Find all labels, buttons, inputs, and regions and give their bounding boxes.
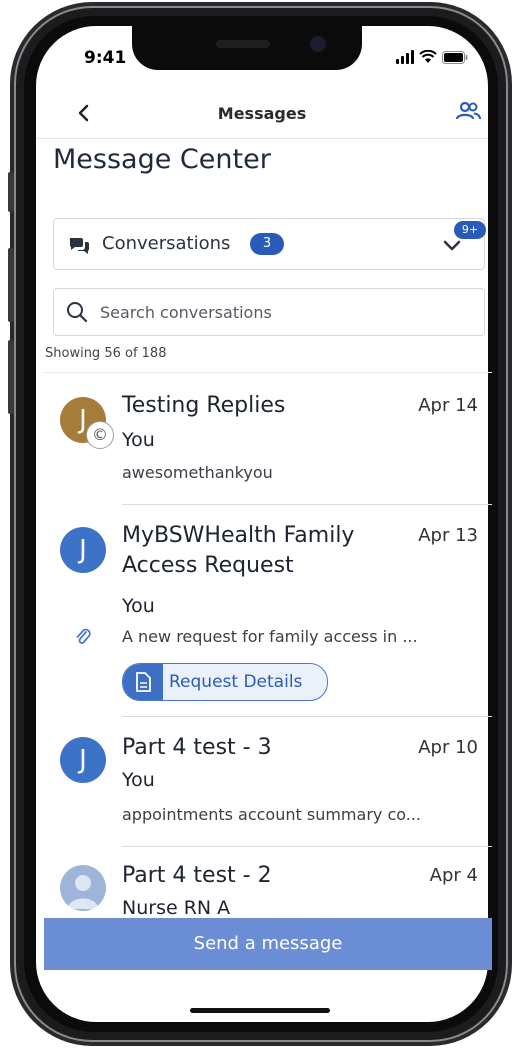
list-item[interactable]: J Part 4 test - 3 Apr 10 You appointment… xyxy=(44,717,492,847)
message-subject: MyBSWHealth Family Access Request xyxy=(122,523,355,578)
status-icons xyxy=(396,50,468,64)
document-icon xyxy=(136,672,151,692)
conversations-count-badge: 3 xyxy=(250,233,284,255)
avatar xyxy=(60,865,106,911)
message-subject: Part 4 test - 3 xyxy=(122,735,272,760)
list-item[interactable]: J MyBSWHealth Family Access Request Apr … xyxy=(44,505,492,717)
message-date: Apr 14 xyxy=(418,395,478,416)
message-date: Apr 13 xyxy=(418,525,478,546)
message-sender: You xyxy=(122,429,155,451)
volume-up-button xyxy=(8,248,14,322)
message-subject: Testing Replies xyxy=(122,393,286,418)
send-message-button[interactable]: Send a message xyxy=(44,918,492,970)
avatar: J xyxy=(60,527,106,573)
message-preview: awesomethankyou xyxy=(122,463,273,482)
chat-bubbles-icon xyxy=(69,238,90,254)
copy-icon: © xyxy=(86,421,114,449)
message-preview: appointments account summary co... xyxy=(122,805,422,824)
message-date: Apr 4 xyxy=(429,865,478,886)
request-details-label: Request Details xyxy=(169,672,303,692)
mute-switch xyxy=(8,172,14,212)
search-placeholder: Search conversations xyxy=(100,303,272,322)
nav-title: Messages xyxy=(217,104,307,123)
message-preview: A new request for family access in ... xyxy=(122,627,418,646)
wifi-icon xyxy=(419,50,437,63)
search-input[interactable]: Search conversations xyxy=(53,288,485,336)
avatar: J xyxy=(60,737,106,783)
message-subject: Part 4 test - 2 xyxy=(122,863,272,888)
home-indicator xyxy=(190,1008,330,1013)
paperclip-icon xyxy=(76,628,91,644)
conversations-dropdown[interactable]: Conversations 3 9+ xyxy=(53,218,486,270)
conversations-label: Conversations xyxy=(102,233,231,254)
battery-icon xyxy=(442,51,468,64)
chevron-down-icon[interactable] xyxy=(442,237,462,253)
user-silhouette-icon xyxy=(68,875,98,909)
notch xyxy=(132,26,362,70)
message-date: Apr 10 xyxy=(418,737,478,758)
nav-bar: Messages xyxy=(36,90,488,139)
page-title: Message Center xyxy=(53,144,271,175)
notification-badge: 9+ xyxy=(454,221,486,239)
message-sender: Nurse RN A xyxy=(122,897,231,919)
search-icon xyxy=(67,302,88,323)
message-list: J © Testing Replies Apr 14 You awesometh… xyxy=(44,372,492,933)
list-item[interactable]: J © Testing Replies Apr 14 You awesometh… xyxy=(44,373,492,505)
volume-down-button xyxy=(8,340,14,414)
message-sender: You xyxy=(122,769,155,791)
results-count: Showing 56 of 188 xyxy=(45,346,167,361)
status-time: 9:41 xyxy=(84,48,127,68)
signal-icon xyxy=(396,50,414,64)
people-icon[interactable] xyxy=(454,98,482,126)
request-details-button[interactable]: Request Details xyxy=(122,663,328,701)
message-sender: You xyxy=(122,595,155,617)
